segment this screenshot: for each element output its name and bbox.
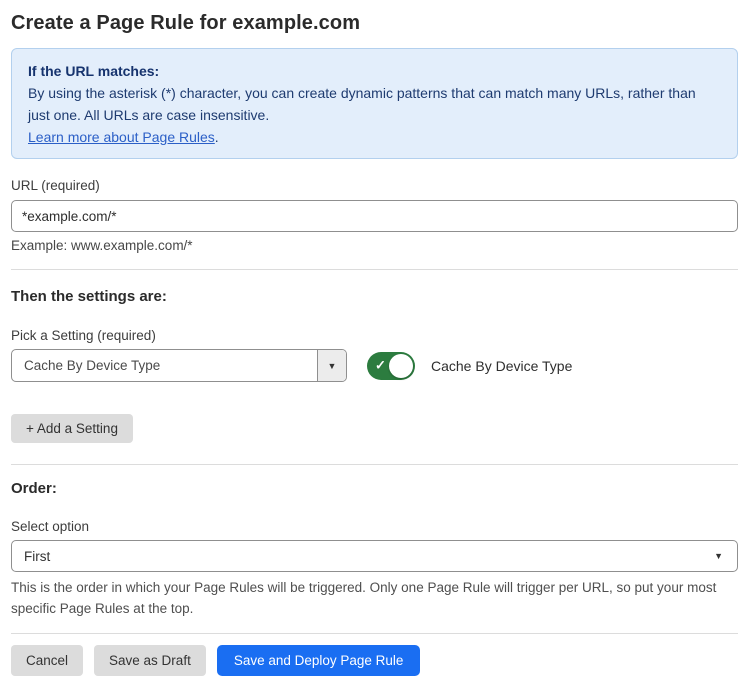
toggle-knob <box>389 354 413 378</box>
check-icon: ✓ <box>375 357 386 373</box>
order-select-value: First <box>12 549 50 564</box>
order-section-heading: Order: <box>11 480 738 497</box>
settings-section-heading: Then the settings are: <box>11 288 738 305</box>
toggle-caption: Cache By Device Type <box>431 358 572 374</box>
page-rule-form: Create a Page Rule for example.com If th… <box>0 0 750 676</box>
footer-actions: Cancel Save as Draft Save and Deploy Pag… <box>11 645 738 676</box>
url-input[interactable] <box>11 200 738 232</box>
cancel-button[interactable]: Cancel <box>11 645 83 676</box>
divider <box>11 269 738 270</box>
url-field-label: URL (required) <box>11 178 738 193</box>
setting-select-arrow-button[interactable]: ▼ <box>317 350 346 381</box>
save-and-deploy-button[interactable]: Save and Deploy Page Rule <box>217 645 421 676</box>
order-helper-text: This is the order in which your Page Rul… <box>11 577 731 619</box>
url-match-info-box: If the URL matches: By using the asteris… <box>11 48 738 159</box>
chevron-down-icon: ▼ <box>328 361 337 371</box>
page-title: Create a Page Rule for example.com <box>11 12 738 35</box>
order-select-label: Select option <box>11 519 738 534</box>
url-example-helper: Example: www.example.com/* <box>11 238 738 253</box>
info-box-link-line: Learn more about Page Rules. <box>28 126 721 148</box>
info-box-body: By using the asterisk (*) character, you… <box>28 82 721 126</box>
pick-setting-label: Pick a Setting (required) <box>11 328 738 343</box>
setting-select-value: Cache By Device Type <box>12 350 317 381</box>
order-select[interactable]: First ▼ <box>11 540 738 572</box>
chevron-down-icon: ▼ <box>714 551 723 561</box>
divider <box>11 633 738 634</box>
cache-device-type-toggle[interactable]: ✓ <box>367 352 415 380</box>
info-box-heading: If the URL matches: <box>28 60 721 82</box>
setting-row: Cache By Device Type ▼ ✓ Cache By Device… <box>11 349 738 382</box>
add-setting-button[interactable]: + Add a Setting <box>11 414 133 443</box>
link-suffix: . <box>215 129 219 145</box>
save-as-draft-button[interactable]: Save as Draft <box>94 645 206 676</box>
divider <box>11 464 738 465</box>
learn-more-link[interactable]: Learn more about Page Rules <box>28 129 215 145</box>
setting-select[interactable]: Cache By Device Type ▼ <box>11 349 347 382</box>
